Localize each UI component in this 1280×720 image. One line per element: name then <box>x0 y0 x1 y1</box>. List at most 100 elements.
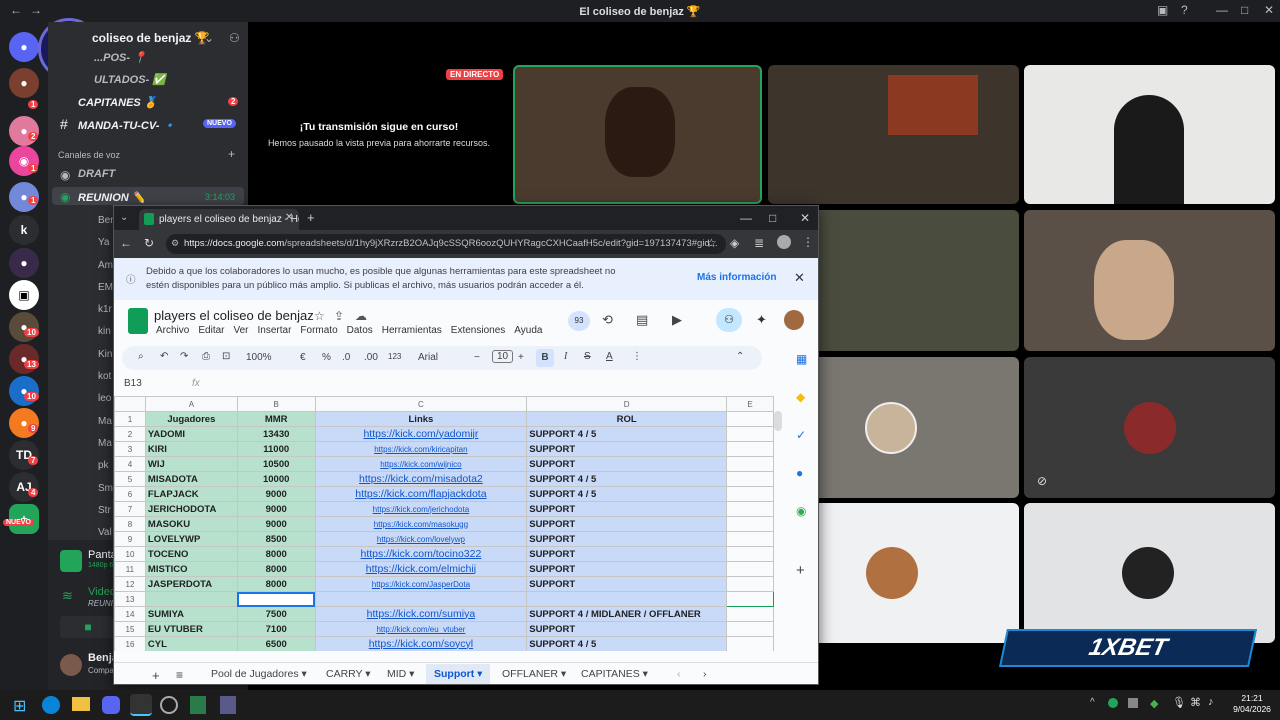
decrease-decimal-button[interactable]: .0 <box>342 352 350 363</box>
close-icon[interactable]: ✕ <box>1264 3 1274 17</box>
microphone-icon[interactable]: 🎙 <box>1172 696 1186 709</box>
inbox-icon[interactable]: ▣ <box>1157 3 1168 17</box>
player-cell[interactable]: LOVELYWP <box>144 531 238 547</box>
volume-icon[interactable]: ♪ <box>1208 696 1214 708</box>
video-tile[interactable] <box>768 65 1019 204</box>
row-header[interactable]: 9 <box>114 531 146 547</box>
member-item[interactable]: pk <box>78 455 116 477</box>
menu-ayuda[interactable]: Ayuda <box>514 325 542 336</box>
redo-icon[interactable]: ↷ <box>180 351 188 362</box>
video-tile[interactable] <box>1024 503 1275 643</box>
collapse-toolbar-icon[interactable]: ⌃ <box>736 351 744 362</box>
minimize-icon[interactable]: — <box>1216 3 1228 17</box>
add-channel-icon[interactable]: + <box>228 147 235 161</box>
member-item[interactable]: Ben <box>78 210 116 232</box>
cell[interactable] <box>726 546 774 562</box>
member-item[interactable]: Str <box>78 500 116 522</box>
server-icon[interactable]: ● <box>9 344 39 374</box>
menu-ver[interactable]: Ver <box>233 325 248 336</box>
link-cell[interactable]: https://kick.com/sumiya <box>314 606 528 622</box>
header-cell-mmr[interactable]: MMR <box>236 411 316 427</box>
server-td[interactable]: TD <box>9 440 39 470</box>
close-banner-icon[interactable]: ✕ <box>794 270 805 286</box>
link-cell[interactable]: https://kick.com/elmichij <box>314 561 528 577</box>
row-header[interactable]: 11 <box>114 561 146 577</box>
sheet-tab[interactable]: Pool de Jugadores ▾ <box>211 668 307 680</box>
collaborators-count[interactable]: 93 <box>568 311 590 331</box>
scroll-right-icon[interactable]: › <box>703 668 707 680</box>
col-header-a[interactable]: A <box>144 396 238 412</box>
menu-editar[interactable]: Editar <box>198 325 224 336</box>
menu-formato[interactable]: Formato <box>300 325 337 336</box>
reading-list-icon[interactable]: ≣ <box>754 236 764 250</box>
increase-decimal-button[interactable]: .00 <box>364 352 378 363</box>
rol-cell[interactable]: SUPPORT <box>526 456 728 472</box>
mmr-cell[interactable]: 7100 <box>236 621 316 637</box>
link-cell[interactable]: https://kick.com/tocino322 <box>314 546 528 562</box>
edge-icon[interactable] <box>42 696 60 714</box>
video-tile[interactable]: ⊘ <box>1024 357 1275 498</box>
player-cell[interactable]: FLAPJACK <box>144 486 238 502</box>
menu-archivo[interactable]: Archivo <box>156 325 189 336</box>
voice-section-header[interactable]: Canales de voz <box>58 150 120 160</box>
player-cell[interactable]: CYL <box>144 636 238 651</box>
mmr-cell[interactable]: 7500 <box>236 606 316 622</box>
star-icon[interactable]: ☆ <box>314 309 325 323</box>
server-name[interactable]: coliseo de benjaz 🏆 <box>92 31 210 45</box>
search-menu-icon[interactable]: ⌕ <box>138 351 144 362</box>
sheet-tab[interactable]: CAPITANES ▾ <box>581 668 648 680</box>
cell[interactable] <box>726 501 774 517</box>
row-header[interactable]: 8 <box>114 516 146 532</box>
link-cell[interactable]: https://kick.com/jerichodota <box>314 501 528 517</box>
strikethrough-icon[interactable]: S <box>584 351 591 362</box>
add-sheet-icon[interactable]: + <box>152 668 160 683</box>
mmr-cell[interactable]: 9000 <box>236 501 316 517</box>
server-icon[interactable]: ● <box>9 116 39 146</box>
cell[interactable] <box>726 606 774 622</box>
font-size-field[interactable]: 10 <box>492 350 514 363</box>
server-aj[interactable]: AJ <box>9 472 39 502</box>
row-header[interactable]: 3 <box>114 441 146 457</box>
gemini-icon[interactable]: ✦ <box>756 312 767 328</box>
mmr-cell[interactable]: 8000 <box>236 576 316 592</box>
server-icon[interactable]: ● <box>9 408 39 438</box>
player-cell[interactable]: TOCENO <box>144 546 238 562</box>
server-icon[interactable]: ● <box>9 68 39 98</box>
rol-cell[interactable] <box>526 591 728 607</box>
more-menu-icon[interactable]: ⋮ <box>802 235 814 249</box>
member-item[interactable]: kot <box>78 366 116 388</box>
zoom-select[interactable]: 100% <box>246 352 272 363</box>
server-icon[interactable]: ● <box>9 376 39 406</box>
link-cell[interactable]: https://kick.com/wijnico <box>314 456 528 472</box>
menu-extensiones[interactable]: Extensiones <box>451 325 505 336</box>
link-cell[interactable]: https://kick.com/JasperDota <box>314 576 528 592</box>
rol-cell[interactable]: SUPPORT <box>526 576 728 592</box>
mmr-cell[interactable]: 9000 <box>236 516 316 532</box>
rol-cell[interactable]: SUPPORT <box>526 531 728 547</box>
link-cell[interactable]: https://kick.com/misadota2 <box>314 471 528 487</box>
member-item[interactable]: EM <box>78 277 116 299</box>
text-color-icon[interactable]: A <box>606 351 613 362</box>
app-icon[interactable] <box>220 696 236 714</box>
doc-title[interactable]: players el coliseo de benjaz <box>154 308 314 323</box>
discord-icon[interactable] <box>102 696 120 714</box>
profile-avatar[interactable] <box>777 235 791 249</box>
server-icon[interactable]: ● <box>9 312 39 342</box>
sheet-tab[interactable]: CARRY ▾ <box>326 668 371 680</box>
mmr-cell[interactable]: 6500 <box>236 636 316 651</box>
font-size-decrease[interactable]: − <box>474 352 480 363</box>
mmr-cell[interactable]: 11000 <box>236 441 316 457</box>
cell[interactable] <box>726 411 774 427</box>
menu-insertar[interactable]: Insertar <box>258 325 292 336</box>
row-header[interactable]: 1 <box>114 411 146 427</box>
row-header[interactable]: 12 <box>114 576 146 592</box>
more-info-link[interactable]: Más información <box>697 272 776 283</box>
member-item[interactable]: leo <box>78 388 116 410</box>
sheet-tab-active[interactable]: Support ▾ <box>426 664 491 684</box>
cell[interactable] <box>726 456 774 472</box>
rol-cell[interactable]: SUPPORT <box>526 546 728 562</box>
rol-cell[interactable]: SUPPORT <box>526 561 728 577</box>
video-tile[interactable] <box>1024 65 1275 204</box>
add-addon-icon[interactable]: + <box>796 562 805 579</box>
server-icon[interactable]: ● <box>9 248 39 278</box>
